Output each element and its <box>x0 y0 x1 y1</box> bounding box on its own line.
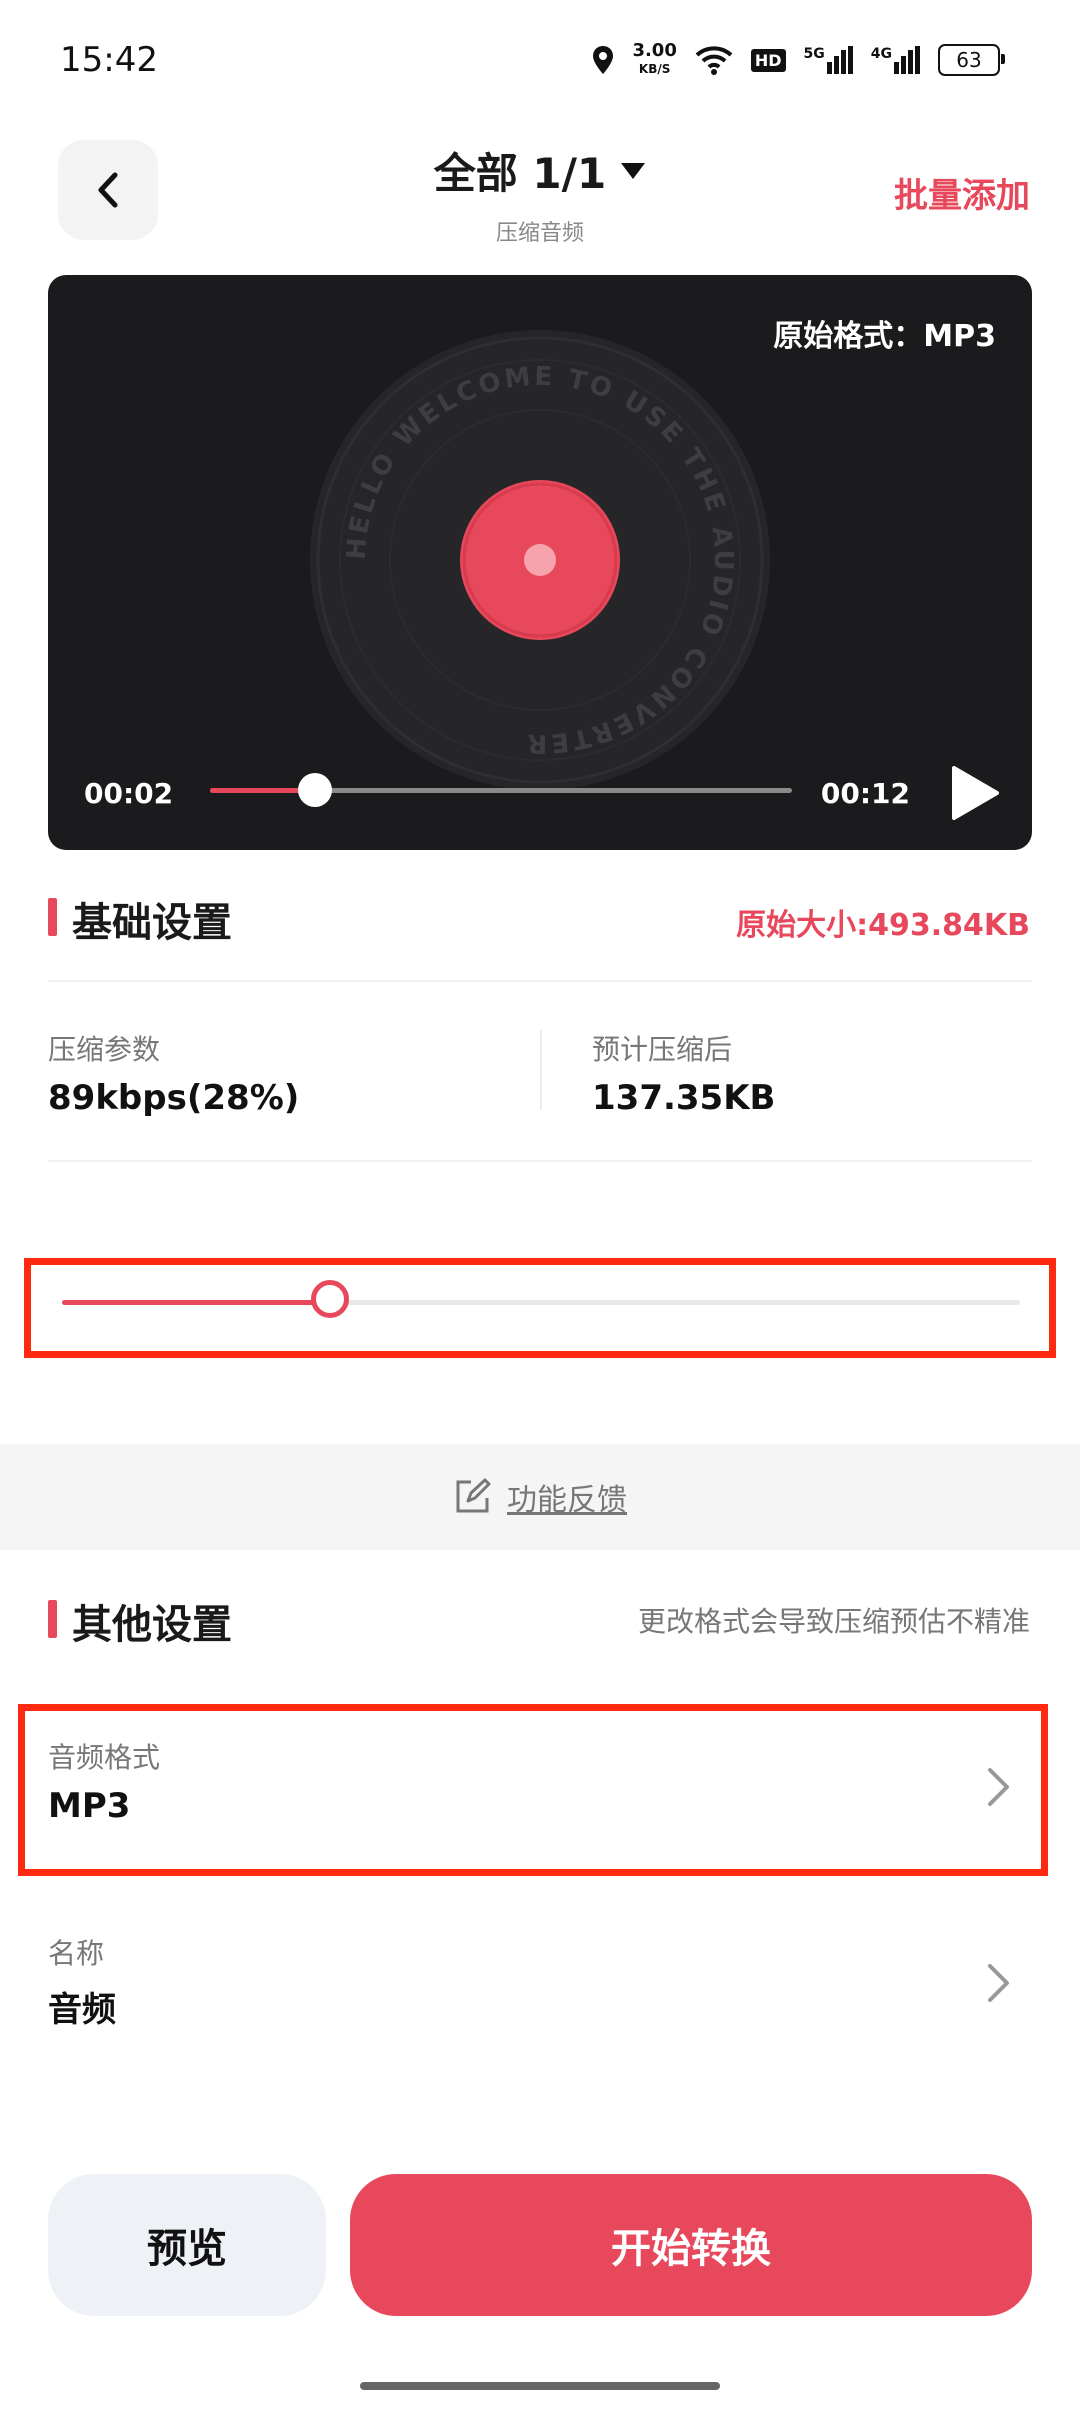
start-convert-button[interactable]: 开始转换 <box>350 2174 1032 2316</box>
name-row[interactable]: 名称 音频 <box>30 1910 1040 2060</box>
page-subtitle: 压缩音频 <box>495 221 584 246</box>
vinyl-disc: HELLO WELCOME TO USE THE AUDIO CONVERTER <box>310 330 770 790</box>
highlight-box <box>24 1258 1056 1358</box>
edit-icon <box>456 1478 491 1513</box>
status-time: 15:42 <box>60 40 158 80</box>
feedback-bar: 功能反馈 <box>0 1444 1080 1550</box>
play-icon[interactable] <box>948 765 1000 821</box>
audio-format-value: MP3 <box>48 1786 131 1826</box>
chevron-right-icon <box>988 1768 1009 1806</box>
caret-down-icon <box>621 162 646 179</box>
signal-5g-icon <box>826 46 853 74</box>
chevron-right-icon <box>988 1964 1009 2002</box>
page-title: 全部 1/1 <box>433 149 607 198</box>
home-indicator[interactable] <box>360 2382 720 2390</box>
file-selector[interactable]: 全部 1/1 <box>434 140 646 201</box>
compress-param-value: 89kbps(28%) <box>48 1078 300 1118</box>
estimated-size-value: 137.35KB <box>592 1078 776 1118</box>
audio-format-row[interactable]: 音频格式 MP3 <box>30 1714 1040 1864</box>
current-time: 00:02 <box>84 777 174 810</box>
signal-4g: 4G <box>871 46 920 74</box>
original-format: 原始格式：MP3 <box>773 319 996 354</box>
other-settings-title: 其他设置 <box>72 1602 232 1648</box>
divider <box>48 1160 1032 1162</box>
compression-slider-fill <box>62 1300 331 1305</box>
battery-icon: 63 <box>938 44 1005 76</box>
audio-player: 原始格式：MP3 HELLO WELCOME TO USE THE AUDIO … <box>48 275 1032 850</box>
basic-settings-title: 基础设置 <box>72 900 232 946</box>
total-time: 00:12 <box>820 777 910 810</box>
wifi-icon <box>695 46 733 75</box>
batch-add-button[interactable]: 批量添加 <box>894 168 1030 217</box>
status-icons: 3.00 KB/S HD 5G 4G 63 <box>592 40 1005 78</box>
hd-badge: HD <box>750 48 786 72</box>
feedback-link[interactable]: 功能反馈 <box>507 1475 627 1519</box>
section-marker <box>48 898 57 936</box>
net-speed: 3.00 KB/S <box>632 40 677 77</box>
location-icon <box>593 46 614 74</box>
section-marker <box>48 1600 57 1638</box>
compress-param-label: 压缩参数 <box>48 1033 161 1066</box>
audio-format-label: 音频格式 <box>48 1741 161 1774</box>
vertical-separator <box>540 1030 542 1110</box>
signal-4g-icon <box>894 46 920 74</box>
name-value: 音频 <box>48 1990 116 2030</box>
compression-slider-thumb[interactable] <box>311 1280 350 1318</box>
format-warning: 更改格式会导致压缩预估不精准 <box>637 1605 1030 1638</box>
battery-level: 63 <box>956 48 982 72</box>
progress-thumb[interactable] <box>297 773 332 807</box>
divider <box>48 980 1032 982</box>
original-size: 原始大小:493.84KB <box>736 908 1030 943</box>
signal-5g: 5G <box>804 46 853 74</box>
name-label: 名称 <box>48 1937 105 1970</box>
preview-button[interactable]: 预览 <box>48 2174 326 2316</box>
estimated-size-label: 预计压缩后 <box>592 1033 733 1066</box>
